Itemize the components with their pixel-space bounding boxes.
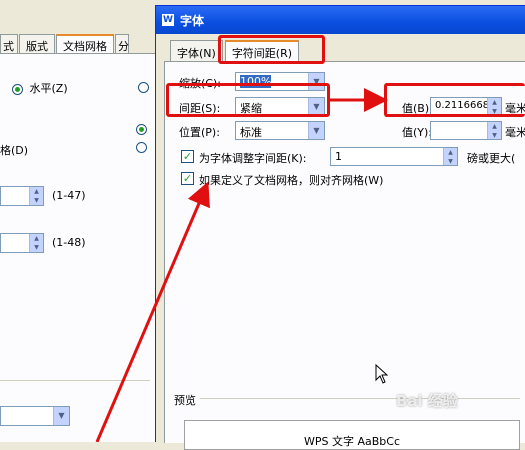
annotation-arrows (95, 88, 388, 442)
arrow-to-grid-align (95, 181, 210, 442)
